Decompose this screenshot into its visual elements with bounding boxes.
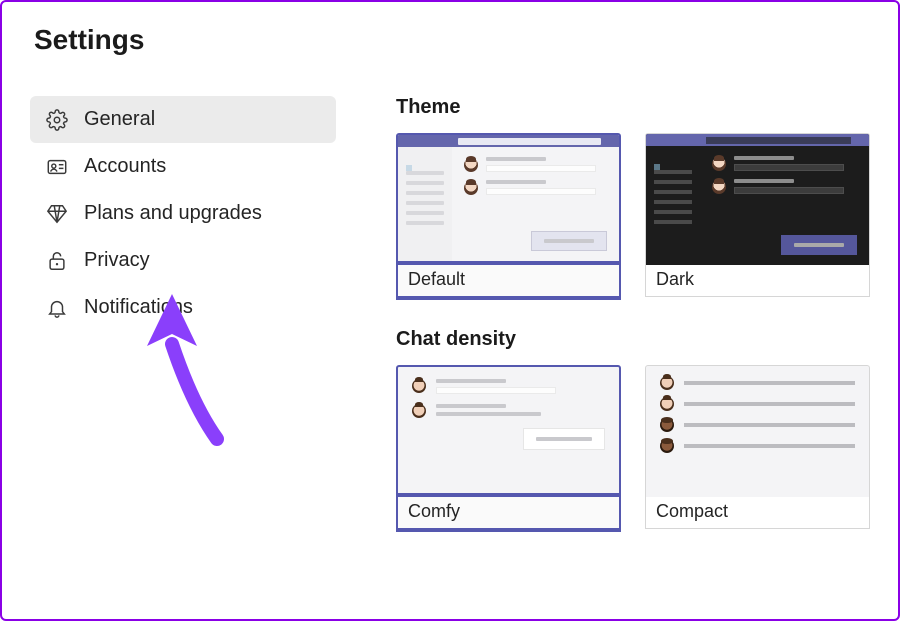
sidebar-item-privacy[interactable]: Privacy xyxy=(30,237,336,284)
sidebar-item-label: Privacy xyxy=(84,249,150,272)
density-comfy-preview xyxy=(396,365,621,497)
chat-density-section-title: Chat density xyxy=(396,328,870,351)
density-compact-preview xyxy=(645,365,870,497)
sidebar-item-plans[interactable]: Plans and upgrades xyxy=(30,190,336,237)
lock-icon xyxy=(46,250,68,272)
settings-sidebar: General Accounts xyxy=(30,96,336,560)
density-option-label: Comfy xyxy=(408,501,609,522)
sidebar-item-label: Notifications xyxy=(84,296,193,319)
density-option-label: Compact xyxy=(656,501,859,522)
sidebar-item-accounts[interactable]: Accounts xyxy=(30,143,336,190)
bell-icon xyxy=(46,297,68,319)
density-option-compact[interactable]: Compact xyxy=(645,365,870,532)
id-card-icon xyxy=(46,156,68,178)
theme-dark-preview xyxy=(645,133,870,265)
sidebar-item-label: General xyxy=(84,108,155,131)
theme-option-dark[interactable]: Dark xyxy=(645,133,870,300)
settings-main: Theme xyxy=(396,96,870,560)
sidebar-item-notifications[interactable]: Notifications xyxy=(30,284,336,331)
page-title: Settings xyxy=(34,24,870,56)
theme-option-label: Default xyxy=(408,269,609,290)
chat-density-section: Chat density Comfy xyxy=(396,328,870,532)
theme-default-preview xyxy=(396,133,621,265)
sidebar-item-label: Plans and upgrades xyxy=(84,202,262,225)
theme-section: Theme xyxy=(396,96,870,300)
theme-section-title: Theme xyxy=(396,96,870,119)
gear-icon xyxy=(46,109,68,131)
sidebar-item-general[interactable]: General xyxy=(30,96,336,143)
diamond-icon xyxy=(46,203,68,225)
density-option-comfy[interactable]: Comfy xyxy=(396,365,621,532)
sidebar-item-label: Accounts xyxy=(84,155,166,178)
theme-option-label: Dark xyxy=(656,269,859,290)
theme-option-default[interactable]: Default xyxy=(396,133,621,300)
